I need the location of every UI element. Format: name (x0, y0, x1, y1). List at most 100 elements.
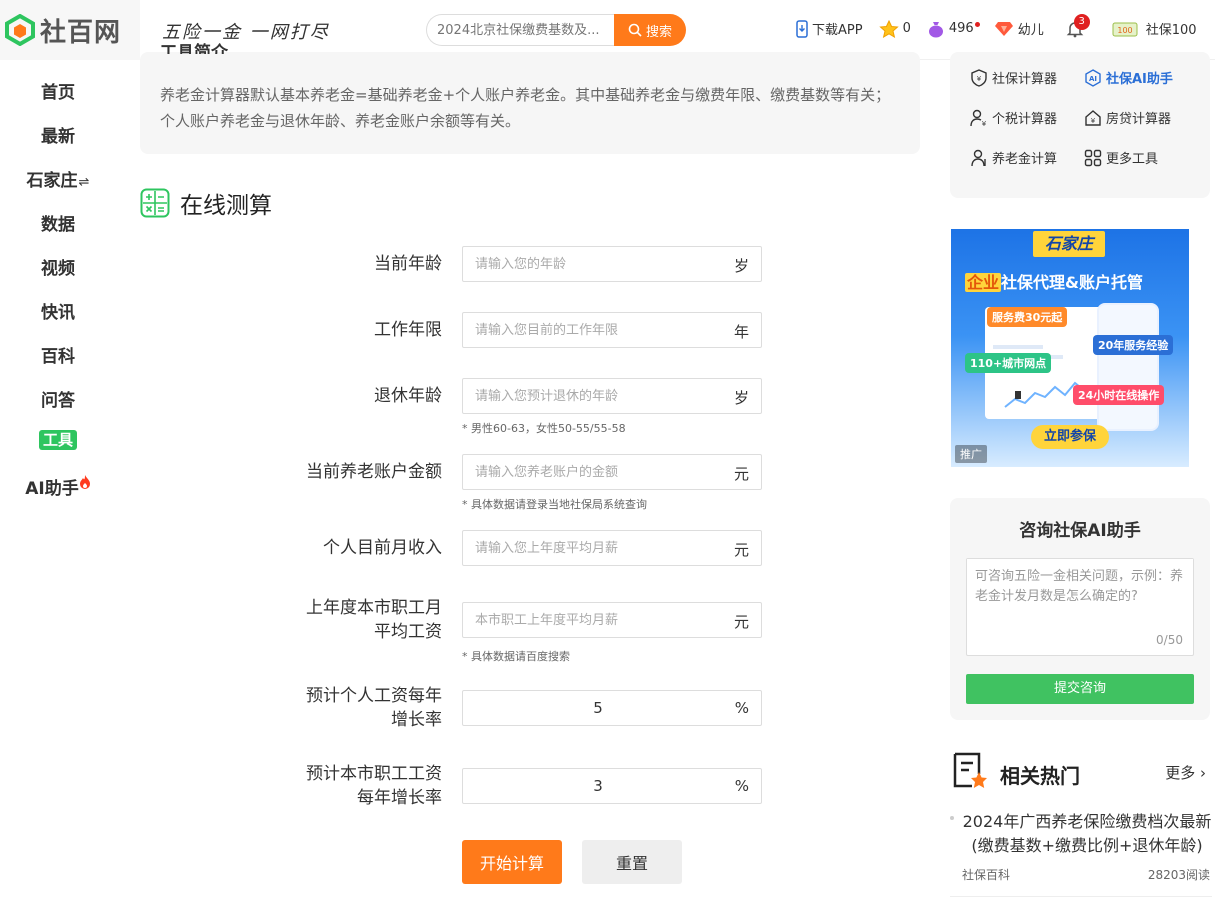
tool-pension-calc[interactable]: 养老金计算 (970, 148, 1057, 167)
ad-banner[interactable]: 石家庄 企业 社保代理&账户托管 服务费30元起 20年服务经验 110+城市网点… (951, 229, 1189, 467)
notification-bell[interactable]: 3 (1066, 13, 1090, 38)
monthly-income-field[interactable]: 元 (462, 530, 762, 566)
field-label: 退休年龄 (374, 386, 442, 406)
field-label: 当前年龄 (374, 254, 442, 274)
download-app-link[interactable]: 下载APP (796, 19, 863, 38)
site-logo[interactable]: 社百网 (0, 0, 140, 60)
tools-card: ¥ 社保计算器 AI 社保AI助手 ¥ 个税计算器 ¥ 房贷计算器 养老金计算 … (950, 52, 1210, 198)
coins-counter[interactable]: 496 (927, 20, 980, 38)
hot-item-reads: 28203阅读 (1147, 868, 1210, 882)
reset-button[interactable]: 重置 (582, 840, 682, 884)
personal-growth-field[interactable]: % (462, 690, 762, 726)
ad-mark: 推广 (955, 445, 987, 463)
nav-item-qa[interactable]: 问答 (0, 386, 116, 411)
ad-city: 石家庄 (1033, 231, 1105, 257)
section-title: 在线测算 (140, 186, 272, 220)
logo-icon (5, 14, 35, 46)
stars-count: 0 (902, 21, 911, 36)
work-years-input[interactable] (463, 313, 713, 347)
nav-item-data[interactable]: 数据 (0, 210, 116, 235)
chevron-right-icon: › (1200, 764, 1206, 782)
unit-label: % (734, 699, 749, 717)
tool-social-security-calc[interactable]: ¥ 社保计算器 (970, 68, 1057, 87)
nav-item-home[interactable]: 首页 (0, 78, 116, 103)
field-hint: * 具体数据请百度搜索 (462, 650, 570, 663)
money-bag-icon (928, 21, 943, 37)
stars-counter[interactable]: 0 (878, 19, 911, 38)
star-icon (878, 19, 899, 38)
search-bar: 搜索 (426, 14, 686, 46)
pension-balance-field[interactable]: 元 (462, 454, 762, 490)
field-label-line: 增长率 (391, 710, 442, 730)
user-avatar[interactable]: 100 社保100 (1112, 19, 1197, 38)
intro-text: 养老金计算器默认基本养老金=基础养老金+个人账户养老金。其中基础养老金与缴费年限… (160, 86, 891, 130)
city-switch-icon[interactable]: ⇌ (79, 175, 90, 190)
nav-item-label: 首页 (41, 83, 75, 103)
coins-count: 496 (948, 21, 974, 36)
retire-age-input[interactable] (463, 379, 713, 413)
tool-label: 社保AI助手 (1106, 72, 1173, 87)
tool-more[interactable]: 更多工具 (1084, 148, 1158, 167)
diamond-icon (994, 21, 1013, 36)
search-input[interactable] (426, 14, 614, 46)
city-avg-wage-input[interactable] (463, 603, 713, 637)
nav-item-label: 百科 (41, 347, 75, 367)
city-avg-wage-field[interactable]: 元 (462, 602, 762, 638)
submit-consult-button[interactable]: 提交咨询 (966, 674, 1194, 704)
svg-text:¥: ¥ (982, 120, 987, 127)
ai-question-box[interactable]: 0/50 (966, 558, 1194, 656)
tool-label: 更多工具 (1106, 152, 1159, 167)
nav-item-label: 问答 (41, 391, 75, 411)
monthly-income-input[interactable] (463, 531, 713, 565)
search-button-label: 搜索 (645, 24, 672, 40)
age-field[interactable]: 岁 (462, 246, 762, 282)
ad-join-button[interactable]: 立即参保 (1031, 425, 1109, 449)
ad-tag-online: 24小时在线操作 (1073, 385, 1165, 405)
char-counter: 0/50 (1156, 633, 1183, 647)
retire-age-field[interactable]: 岁 (462, 378, 762, 414)
calculate-button[interactable]: 开始计算 (462, 840, 562, 884)
nav-item-label: 快讯 (41, 303, 75, 323)
hot-list-item[interactable]: 2024年广西养老保险缴费档次最新(缴费基数+缴费比例+退休年龄) 社保百科 2… (950, 810, 1212, 882)
field-hint: * 具体数据请登录当地社保局系统查询 (462, 498, 647, 511)
ai-icon: AI (1085, 68, 1101, 87)
avatar-icon: 100 (1112, 22, 1138, 36)
work-years-field[interactable]: 年 (462, 312, 762, 348)
ai-question-input[interactable] (967, 559, 1193, 629)
search-icon (628, 23, 642, 37)
nav-item-tools[interactable]: 工具 (0, 430, 116, 450)
nav-item-label: 视频 (41, 259, 75, 279)
nav-item-ai[interactable]: AI助手 (0, 474, 116, 499)
svg-text:¥: ¥ (1091, 117, 1096, 125)
tool-income-tax-calc[interactable]: ¥ 个税计算器 (970, 108, 1057, 127)
nav-item-latest[interactable]: 最新 (0, 122, 116, 147)
unit-label: 岁 (733, 389, 749, 407)
nav-item-wiki[interactable]: 百科 (0, 342, 116, 367)
logo-text: 社百网 (40, 17, 122, 48)
nav-item-news[interactable]: 快讯 (0, 298, 116, 323)
section-title-text: 在线测算 (180, 193, 272, 219)
tool-ai-assistant[interactable]: AI 社保AI助手 (1084, 68, 1173, 87)
tool-label: 养老金计算 (992, 152, 1058, 167)
pension-balance-input[interactable] (463, 455, 713, 489)
hot-item-title: 2024年广西养老保险缴费档次最新(缴费基数+缴费比例+退休年龄) (962, 812, 1212, 855)
age-input[interactable] (463, 247, 713, 281)
tool-mortgage-calc[interactable]: ¥ 房贷计算器 (1084, 108, 1171, 127)
hot-list-title: 相关热门 (1000, 764, 1080, 788)
tool-label: 社保计算器 (992, 72, 1058, 87)
search-button[interactable]: 搜索 (614, 14, 686, 46)
nav-item-video[interactable]: 视频 (0, 254, 116, 279)
ad-phone-illustration (1097, 303, 1159, 431)
level-label: 幼儿 (1017, 23, 1044, 38)
svg-text:¥: ¥ (977, 75, 982, 83)
nav-item-label: 石家庄 (26, 171, 78, 191)
level-badge[interactable]: 幼儿 (994, 19, 1044, 38)
tool-label: 个税计算器 (992, 112, 1058, 127)
city-growth-input[interactable] (463, 769, 733, 803)
nav-item-city[interactable]: 石家庄⇌ (0, 166, 116, 191)
hot-item-meta: 社保百科 28203阅读 (950, 866, 1212, 882)
city-growth-field[interactable]: % (462, 768, 762, 804)
hot-more-link[interactable]: 更多 › (1165, 762, 1206, 783)
personal-growth-input[interactable] (463, 691, 733, 725)
ad-title: 企业 社保代理&账户托管 (965, 269, 1143, 293)
